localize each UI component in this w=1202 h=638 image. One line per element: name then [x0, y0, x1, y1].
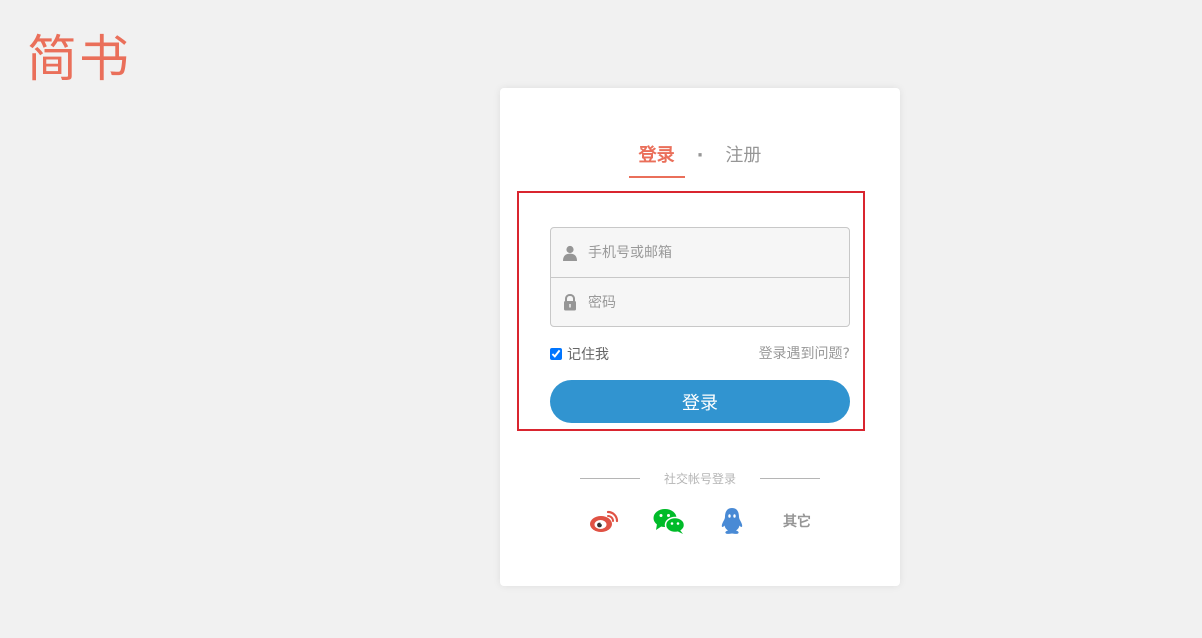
social-other-link[interactable]: 其它	[778, 506, 816, 536]
auth-tabs: 登录 · 注册	[500, 144, 900, 180]
wechat-icon[interactable]	[652, 506, 686, 536]
remember-checkbox[interactable]	[550, 348, 562, 360]
divider-right	[759, 478, 820, 479]
social-login-title: 社交帐号登录	[580, 470, 820, 487]
remember-label: 记住我	[567, 347, 609, 363]
tab-login[interactable]: 登录	[628, 144, 685, 178]
password-input[interactable]	[586, 286, 840, 319]
tab-register[interactable]: 注册	[715, 144, 771, 178]
login-button[interactable]: 登录	[550, 380, 850, 423]
tab-separator: ·	[696, 145, 704, 166]
social-title-text: 社交帐号登录	[663, 472, 736, 486]
remember-me[interactable]: 记住我	[550, 344, 609, 364]
login-trouble-link[interactable]: 登录遇到问题?	[759, 343, 850, 363]
lock-icon	[562, 294, 578, 312]
weibo-icon[interactable]	[588, 506, 620, 536]
logo[interactable]: 简书	[27, 30, 131, 88]
qq-icon[interactable]	[718, 506, 746, 536]
login-inputs	[550, 227, 850, 327]
user-icon	[562, 244, 578, 262]
account-row	[551, 228, 849, 278]
social-icons: 其它	[588, 506, 818, 536]
login-card: 登录 · 注册 记住我	[500, 88, 900, 586]
divider-left	[580, 478, 640, 479]
account-input[interactable]	[586, 236, 840, 269]
password-row	[551, 278, 849, 326]
